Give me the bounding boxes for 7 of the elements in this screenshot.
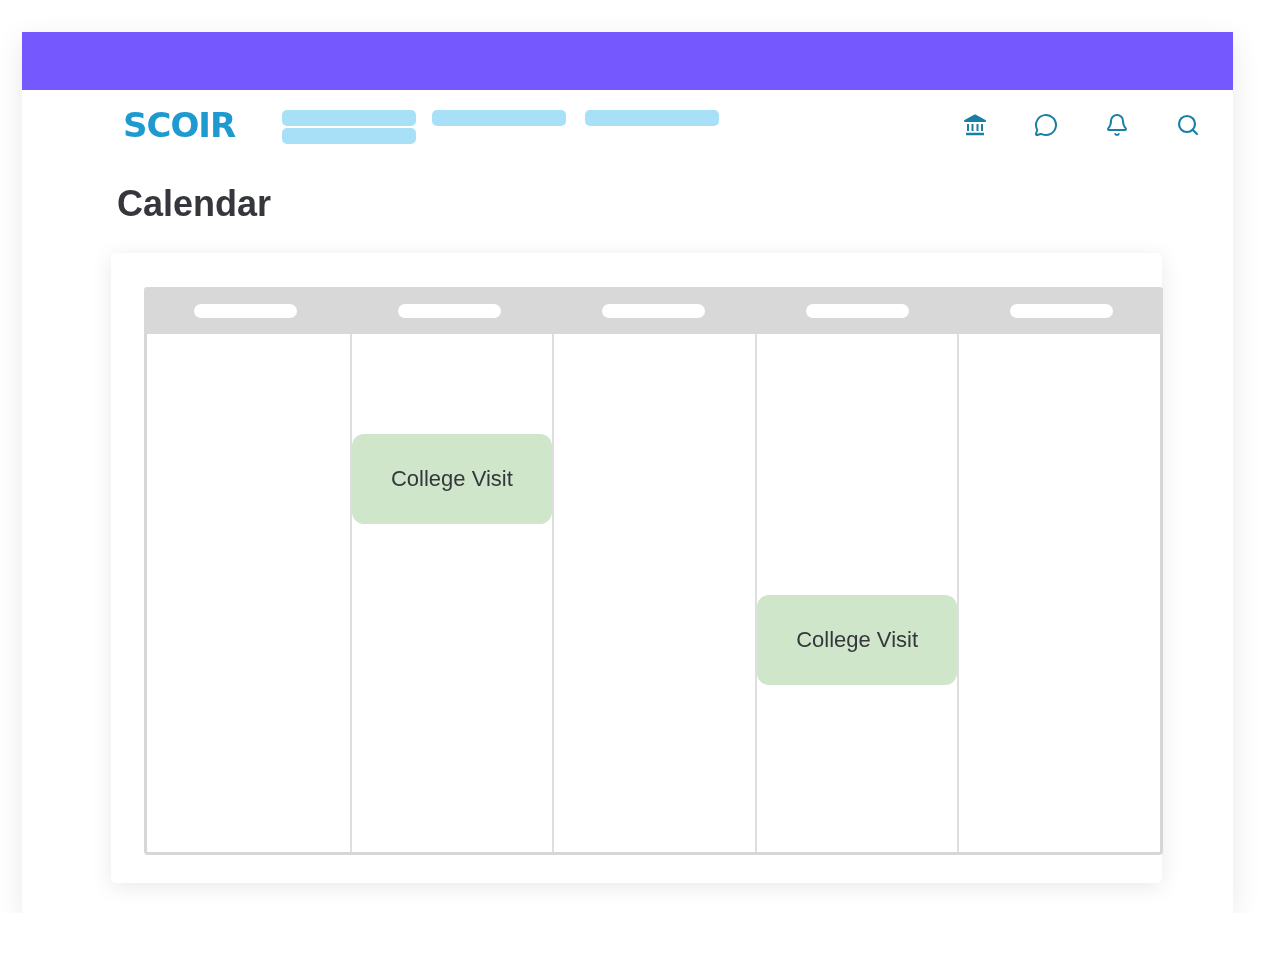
bank-icon[interactable] xyxy=(963,113,987,137)
bell-icon[interactable] xyxy=(1105,113,1129,137)
chat-icon[interactable] xyxy=(1034,113,1058,137)
calendar-event[interactable]: College Visit xyxy=(756,595,958,685)
search-icon[interactable] xyxy=(1176,113,1200,137)
page-title: Calendar xyxy=(117,182,272,225)
calendar-event[interactable]: College Visit xyxy=(351,434,553,524)
